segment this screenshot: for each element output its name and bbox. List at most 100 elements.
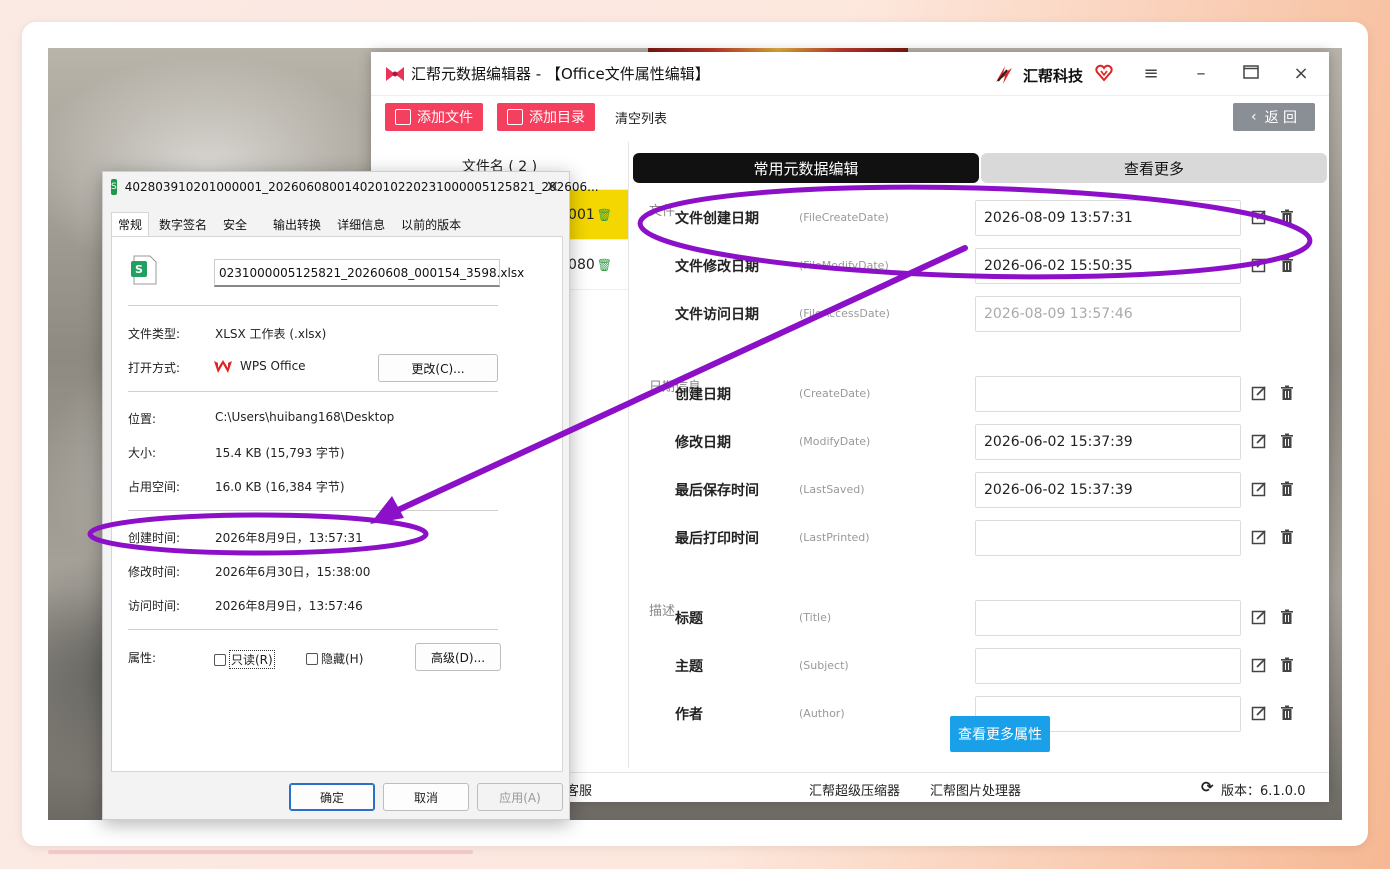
field-key: (Subject) (799, 659, 849, 672)
add-directory-button[interactable]: 添加目录 (497, 103, 595, 131)
toolbar: 添加文件 添加目录 清空列表 ‹ 返 回 (371, 96, 1329, 138)
edit-icon[interactable] (1251, 257, 1267, 273)
cancel-button[interactable]: 取消 (383, 783, 469, 811)
field-input[interactable] (975, 648, 1241, 684)
brand-logo-icon (996, 66, 1012, 84)
edit-icon[interactable] (1251, 385, 1267, 401)
tab-output-convert[interactable]: 输出转换 (267, 212, 327, 236)
add-directory-label: 添加目录 (529, 110, 585, 126)
brand-name: 汇帮科技 (1023, 66, 1084, 85)
divider (128, 305, 498, 306)
tab-details[interactable]: 详细信息 (331, 212, 391, 236)
minimize-icon[interactable]: – (1191, 64, 1211, 84)
checkbox-box (214, 653, 226, 666)
tab-common-metadata[interactable]: 常用元数据编辑 (633, 153, 979, 183)
edit-icon[interactable] (1251, 209, 1267, 225)
created-label: 创建时间: (128, 531, 181, 545)
metadata-row: 主题 (Subject) (633, 648, 1313, 684)
tab-general[interactable]: 常规 (111, 212, 150, 236)
advanced-button[interactable]: 高级(D)... (415, 643, 501, 671)
metadata-row: 文件创建日期 (FileCreateDate) 2026-08-09 13:57:3… (633, 200, 1313, 236)
tab-security[interactable]: 安全 (217, 212, 253, 236)
field-label: 标题 (675, 611, 703, 627)
open-with-label: 打开方式: (128, 361, 181, 375)
tab-digital-signature[interactable]: 数字签名 (153, 212, 213, 236)
add-file-button[interactable]: 添加文件 (385, 103, 483, 131)
refresh-icon[interactable]: ⟳ (1201, 778, 1214, 796)
edit-icon[interactable] (1251, 657, 1267, 673)
wps-office-icon (214, 360, 232, 373)
apply-button[interactable]: 应用(A) (477, 783, 563, 811)
file-properties-dialog: S 402803910201000001_2026060800140201022… (102, 171, 599, 820)
tab-previous-versions[interactable]: 以前的版本 (395, 212, 467, 236)
editor-tabs: 常用元数据编辑 查看更多 (633, 153, 1327, 183)
edit-icon[interactable] (1251, 705, 1267, 721)
file-icon (395, 109, 411, 125)
field-input[interactable]: 2026-08-09 13:57:31 (975, 200, 1241, 236)
field-input[interactable] (975, 376, 1241, 412)
image-processor-link[interactable]: 汇帮图片处理器 (930, 780, 1021, 799)
field-input[interactable]: 2026-06-02 15:37:39 (975, 424, 1241, 460)
vip-heart-icon[interactable] (1095, 64, 1113, 82)
filename-input[interactable]: 0231000005125821_20260608_000154_3598.xl… (214, 259, 524, 287)
modified-value: 2026年6月30日，15:38:00 (215, 565, 371, 579)
trash-icon[interactable] (1279, 705, 1295, 721)
trash-icon[interactable] (1279, 657, 1295, 673)
svg-text:S: S (135, 263, 143, 276)
brand: 汇帮科技 (993, 64, 1083, 86)
hidden-checkbox[interactable]: 隐藏(H) (306, 650, 363, 667)
ok-button[interactable]: 确定 (289, 783, 375, 811)
back-button[interactable]: ‹ 返 回 (1233, 103, 1315, 131)
app-logo-icon (385, 65, 405, 83)
trash-icon[interactable] (1279, 481, 1295, 497)
trash-icon[interactable] (1279, 609, 1295, 625)
metadata-row: 修改日期 (ModifyDate) 2026-06-02 15:37:39 (633, 424, 1313, 460)
metadata-row: 最后打印时间 (LastPrinted) (633, 520, 1313, 556)
change-app-button[interactable]: 更改(C)... (378, 354, 498, 382)
edit-icon[interactable] (1251, 609, 1267, 625)
decorative-line (48, 850, 473, 854)
trash-icon[interactable] (1279, 257, 1295, 273)
size-label: 大小: (128, 446, 157, 460)
menu-icon[interactable]: ≡ (1141, 64, 1161, 84)
disk-size-label: 占用空间: (128, 480, 181, 494)
view-more-properties-button[interactable]: 查看更多属性 (950, 716, 1050, 752)
tab-view-more[interactable]: 查看更多 (981, 153, 1327, 183)
field-input[interactable]: 2026-06-02 15:37:39 (975, 472, 1241, 508)
edit-icon[interactable] (1251, 481, 1267, 497)
trash-icon[interactable]: 🗑 (597, 208, 612, 222)
field-input[interactable] (975, 520, 1241, 556)
field-input[interactable] (975, 600, 1241, 636)
accessed-value: 2026年8月9日，13:57:46 (215, 599, 363, 613)
readonly-checkbox[interactable]: 只读(R) (214, 650, 275, 669)
trash-icon[interactable] (1279, 209, 1295, 225)
field-input[interactable]: 2026-06-02 15:50:35 (975, 248, 1241, 284)
close-icon[interactable]: × (1291, 64, 1311, 84)
trash-icon[interactable]: 🗑 (597, 258, 612, 272)
disk-size-value: 16.0 KB (16,384 字节) (215, 480, 345, 494)
trash-icon[interactable] (1279, 529, 1295, 545)
file-type-value: XLSX 工作表 (.xlsx) (215, 327, 327, 341)
field-key: (FileAccessDate) (799, 307, 890, 320)
field-key: (FileModifyDate) (799, 259, 889, 272)
dialog-title: 402803910201000001_202606080014020102202… (124, 180, 599, 194)
field-label: 文件修改日期 (675, 259, 759, 275)
general-tab-panel: S 0231000005125821_20260608_000154_3598.… (111, 236, 563, 772)
spreadsheet-icon: S (111, 179, 117, 195)
open-with-value: WPS Office (240, 359, 306, 373)
compressor-link[interactable]: 汇帮超级压缩器 (809, 780, 900, 799)
dialog-close-icon[interactable]: ✕ (546, 177, 559, 196)
field-input[interactable]: 2026-08-09 13:57:46 (975, 296, 1241, 332)
maximize-icon[interactable] (1241, 64, 1261, 84)
file-type-label: 文件类型: (128, 327, 181, 341)
app-title: 汇帮元数据编辑器 - 【Office文件属性编辑】 (411, 65, 710, 83)
trash-icon[interactable] (1279, 433, 1295, 449)
trash-icon[interactable] (1279, 385, 1295, 401)
edit-icon[interactable] (1251, 529, 1267, 545)
edit-icon[interactable] (1251, 433, 1267, 449)
clear-list-button[interactable]: 清空列表 (615, 108, 667, 127)
metadata-row: 文件访问日期 (FileAccessDate) 2026-08-09 13:57:4… (633, 296, 1313, 332)
field-key: (Author) (799, 707, 845, 720)
field-label: 文件创建日期 (675, 211, 759, 227)
field-key: (Title) (799, 611, 832, 624)
